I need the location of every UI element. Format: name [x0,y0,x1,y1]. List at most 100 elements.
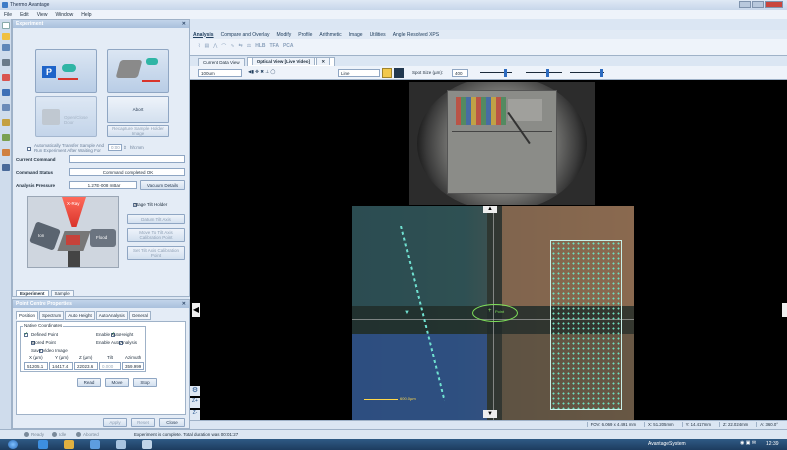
move-button[interactable]: Move [105,378,129,387]
tab-close-icon[interactable]: ✕ [316,57,331,65]
chart-icon[interactable] [2,74,10,81]
pan-left-button[interactable]: ◀ [192,303,200,317]
tfa-icon[interactable]: TFA [269,43,278,49]
save-icon[interactable] [2,44,10,51]
azimuth-input[interactable]: 359.999 [122,362,144,370]
ribbon-tab-analysis[interactable]: Analysis [193,32,214,38]
open-folder-icon[interactable] [2,33,10,40]
menu-view[interactable]: View [37,12,48,18]
tab-experiment[interactable]: Experiment [16,289,49,297]
slider-zoom[interactable] [570,72,604,73]
abort-button[interactable]: Abort [107,96,169,123]
app-icon-3[interactable] [142,440,152,449]
y-input[interactable]: 14417.4 [49,362,73,370]
tab-auto-height[interactable]: Auto Height [65,311,95,320]
auto-transfer-checkbox[interactable] [27,146,31,151]
new-document-icon[interactable] [2,22,10,29]
x-input[interactable]: 51205.1 [24,362,48,370]
background-icon[interactable]: ⌒ [221,43,226,50]
menu-edit[interactable]: Edit [20,12,29,18]
stop-button[interactable]: Stop [133,378,157,387]
ribbon-tab-image[interactable]: Image [349,32,363,38]
peak-icon[interactable]: ⋀ [213,43,217,49]
z-input[interactable]: 22023.6 [74,362,98,370]
tab-sample[interactable]: Sample [50,289,74,297]
slider-brightness[interactable] [480,72,512,73]
spectrum-icon[interactable] [2,89,10,96]
peak-fit-icon[interactable]: ⌇ [198,43,200,49]
wait-time-input[interactable]: 0:00 [108,144,122,151]
area-map-grid[interactable] [550,240,622,410]
apply-button[interactable]: Apply [103,418,127,427]
spot-size-input[interactable]: 400 [452,69,468,77]
scale-dropdown[interactable]: 100um [198,69,242,77]
ribbon-tab-angle-resolved-xps[interactable]: Angle Resolved XPS [393,32,439,38]
pan-right-button[interactable] [782,303,787,317]
video-settings-icon[interactable]: ⚙ [190,386,200,396]
vacuum-details-button[interactable]: Vacuum Details [140,180,185,190]
menu-file[interactable]: File [4,12,12,18]
smooth-icon[interactable]: ∿ [230,43,234,49]
minimize-button[interactable] [739,1,751,8]
wait-stepper-icon[interactable]: ⇕ [123,145,127,151]
camera-icon[interactable] [394,68,404,78]
pan-down-button[interactable]: ▼ [483,410,497,418]
zoom-in-icon[interactable]: Z+ [190,398,200,408]
tab-optical-view[interactable]: Optical View [Live Video] ✕ [246,57,336,66]
highlight-icon[interactable] [382,68,392,78]
table-icon[interactable] [2,119,10,126]
ribbon-tab-modify[interactable]: Modify [277,32,292,38]
maximize-button[interactable] [752,1,764,8]
close-button[interactable]: Close [159,418,185,427]
ribbon-tab-profile[interactable]: Profile [298,32,312,38]
tilt-input[interactable]: 0.000 [99,362,121,370]
tray-icons[interactable]: ◉ ▣ ✉ [740,440,756,446]
tab-position[interactable]: Position [16,311,39,320]
datum-tilt-axis-button[interactable]: Datum Tilt Axis [127,214,185,224]
pan-up-button[interactable]: ▲ [483,206,497,213]
tab-general[interactable]: General [128,311,151,320]
close-window-button[interactable] [765,1,783,8]
pca-icon[interactable]: PCA [283,43,294,49]
set-tilt-calibration-button[interactable]: Set Tilt Axis Calibration Point [127,246,185,260]
ribbon-tab-utilities[interactable]: Utilities [370,32,386,38]
browser-icon[interactable] [38,440,48,449]
avantage-icon[interactable] [90,440,100,449]
ribbon-tab-compare-overlay[interactable]: Compare and Overlay [221,32,270,38]
slider-contrast[interactable] [526,72,562,73]
open-close-door-button[interactable]: Open/Close Door [35,96,97,137]
ribbon-tab-arithmetic[interactable]: Arithmetic [319,32,341,38]
grid-icon[interactable] [2,104,10,111]
start-button[interactable] [8,440,18,449]
slider-contrast-thumb[interactable] [546,69,549,77]
zoom-out-icon[interactable]: Z- [190,410,200,420]
reset-button[interactable]: Reset [131,418,155,427]
layers-icon[interactable] [2,134,10,141]
panel-close-icon[interactable]: ✕ [182,20,186,28]
recapture-image-button[interactable]: Recapture Sample Holder Image [107,125,169,137]
video-controls-icons[interactable]: ◀▮ ✥ ✖ ⊥ ◯ [248,69,275,75]
read-button[interactable]: Read [77,378,101,387]
park-sample-button[interactable]: P [35,49,97,93]
database-icon[interactable]: ▤ [204,43,209,49]
tab-current-data-view[interactable]: Current Data View [198,58,245,66]
charge-icon[interactable]: ⇆ [239,43,243,49]
hlb-icon[interactable]: HLB [255,43,265,49]
settings-icon[interactable] [2,149,10,156]
move-tilt-calibration-button[interactable]: Move To Tilt Axis Calibration Point [127,228,185,242]
quantify-icon[interactable]: ⚖ [247,43,251,49]
mode-dropdown[interactable]: Line [338,69,380,77]
menu-help[interactable]: Help [81,12,91,18]
load-sample-button[interactable] [107,49,169,93]
slider-zoom-thumb[interactable] [600,69,603,77]
explorer-icon[interactable] [64,440,74,449]
app-icon-2[interactable] [116,440,126,449]
tab-spectrum[interactable]: Spectrum [39,311,65,320]
tab-auto-analysis[interactable]: AutoAnalysis [95,311,128,320]
menu-window[interactable]: Window [55,12,73,18]
slider-brightness-thumb[interactable] [504,69,507,77]
expand-icon[interactable] [2,164,10,171]
pcp-close-icon[interactable]: ✕ [182,300,186,308]
print-icon[interactable] [2,59,10,66]
defined-point-checkbox[interactable] [24,331,28,337]
